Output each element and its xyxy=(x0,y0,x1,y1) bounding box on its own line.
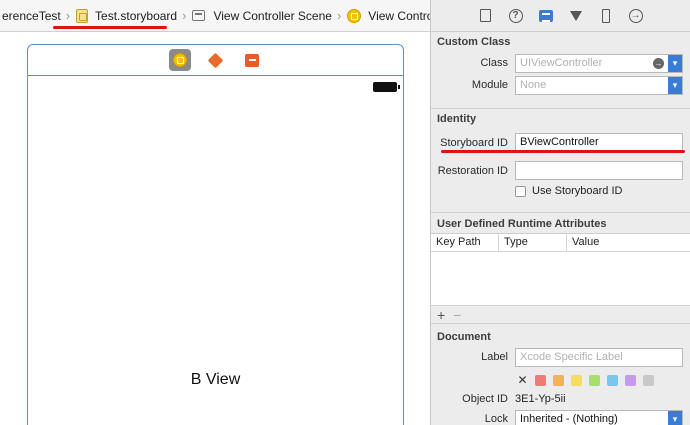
annotation-underline-storyboard-id xyxy=(441,150,685,153)
runtime-attributes-table-header: Key Path Type Value xyxy=(431,233,690,252)
label-color-green[interactable] xyxy=(589,374,600,386)
column-type[interactable]: Type xyxy=(499,234,567,251)
section-title: Identity xyxy=(437,113,477,125)
breadcrumb-project-label: erenceTest xyxy=(2,8,61,23)
view-controller-icon xyxy=(172,53,187,67)
breadcrumb-view-controller-label: View Controller xyxy=(368,8,430,23)
tab-quick-help[interactable]: ? xyxy=(507,7,525,25)
label-color-red[interactable] xyxy=(535,374,546,386)
runtime-attributes-title: User Defined Runtime Attributes xyxy=(437,218,607,230)
tab-identity-inspector[interactable] xyxy=(537,7,555,25)
chevron-down-icon[interactable]: ▾ xyxy=(668,77,682,94)
label-field[interactable]: Xcode Specific Label xyxy=(515,348,683,367)
first-responder-icon xyxy=(207,52,224,68)
identity-icon xyxy=(538,9,553,22)
restoration-id-label: Restoration ID xyxy=(437,165,508,177)
module-placeholder: None xyxy=(520,79,547,91)
class-combo-field[interactable]: UIViewController → ▾ xyxy=(515,54,683,73)
attributes-icon xyxy=(569,10,582,21)
lock-value: Inherited - (Nothing) xyxy=(520,413,618,425)
object-id-value: 3E1-Yp-5ii xyxy=(515,393,566,405)
label-color-yellow[interactable] xyxy=(571,374,582,386)
class-label: Class xyxy=(480,57,508,69)
use-storyboard-id-row[interactable]: Use Storyboard ID xyxy=(515,181,685,201)
view-controller-icon xyxy=(347,8,362,23)
document-title: Document xyxy=(437,331,491,343)
label-color-gray[interactable] xyxy=(643,374,654,386)
column-key-path[interactable]: Key Path xyxy=(431,234,499,251)
scene-icon xyxy=(192,10,206,21)
custom-class-section: Custom Class Class UIViewController → ▾ … xyxy=(431,32,690,109)
ruler-icon xyxy=(601,8,610,23)
runtime-attributes-buttons: + − xyxy=(431,306,690,324)
inspector-tab-bar: ? → xyxy=(431,0,690,32)
section-title: Custom Class xyxy=(437,36,511,48)
restoration-id-field[interactable] xyxy=(515,161,683,180)
utilities-inspector: ? → Custom Class Class UIViewController … xyxy=(430,0,690,425)
identity-section: Identity Storyboard ID BViewController R… xyxy=(431,109,690,213)
chevron-down-icon[interactable]: ▾ xyxy=(668,55,682,72)
chevron-right-icon: › xyxy=(336,8,342,23)
dock-first-responder-button[interactable] xyxy=(205,49,227,71)
chevron-right-icon: › xyxy=(65,8,71,23)
breadcrumb-view-controller[interactable]: View Controller xyxy=(345,0,430,31)
column-value[interactable]: Value xyxy=(567,234,690,251)
breadcrumb-scene-label: View Controller Scene xyxy=(213,8,332,23)
storyboard-id-label: Storyboard ID xyxy=(440,137,508,149)
object-id-row: Object ID 3E1-Yp-5ii xyxy=(431,389,690,409)
arrow-right-circle-icon: → xyxy=(628,8,643,23)
lock-popup[interactable]: Inherited - (Nothing) ▾ xyxy=(515,410,683,425)
tab-size-inspector[interactable] xyxy=(597,7,615,25)
navigate-arrow-icon[interactable]: → xyxy=(653,58,664,69)
file-icon xyxy=(480,9,491,22)
scene-dock xyxy=(28,45,403,76)
class-placeholder: UIViewController xyxy=(520,57,603,69)
label-color-swatches: ✕ xyxy=(517,373,654,387)
module-combo-field[interactable]: None ▾ xyxy=(515,76,683,95)
tab-file-inspector[interactable] xyxy=(477,7,495,25)
breadcrumb-storyboard-label: Test.storyboard xyxy=(95,8,178,23)
chevron-right-icon: › xyxy=(182,8,187,23)
lock-label: Lock xyxy=(484,413,508,425)
runtime-attributes-table[interactable] xyxy=(431,252,690,306)
help-icon: ? xyxy=(508,8,523,23)
battery-icon xyxy=(373,82,400,92)
label-label: Label xyxy=(481,351,508,363)
breadcrumb-scene[interactable]: View Controller Scene xyxy=(190,0,334,31)
use-storyboard-id-checkbox[interactable] xyxy=(515,185,526,197)
dock-exit-button[interactable] xyxy=(241,49,263,71)
storyboard-file-icon xyxy=(76,8,89,23)
use-storyboard-id-label: Use Storyboard ID xyxy=(532,185,623,197)
add-attribute-button[interactable]: + xyxy=(437,307,445,323)
tab-attributes-inspector[interactable] xyxy=(567,7,585,25)
remove-attribute-button[interactable]: − xyxy=(453,307,461,323)
exit-icon xyxy=(244,53,259,67)
object-id-label: Object ID xyxy=(462,393,508,405)
dock-view-controller-button[interactable] xyxy=(168,49,191,71)
label-color-blue[interactable] xyxy=(607,374,618,386)
label-color-purple[interactable] xyxy=(625,374,636,386)
label-color-orange[interactable] xyxy=(553,374,564,386)
module-label: Module xyxy=(471,79,508,91)
annotation-underline-storyboard xyxy=(53,26,167,29)
clear-label-icon[interactable]: ✕ xyxy=(517,373,528,387)
view-controller-scene[interactable]: B View xyxy=(27,44,404,425)
storyboard-canvas[interactable]: B View xyxy=(0,33,430,425)
chevron-down-icon[interactable]: ▾ xyxy=(668,411,682,425)
tab-connections-inspector[interactable]: → xyxy=(627,7,645,25)
view-title-label[interactable]: B View xyxy=(28,371,403,389)
